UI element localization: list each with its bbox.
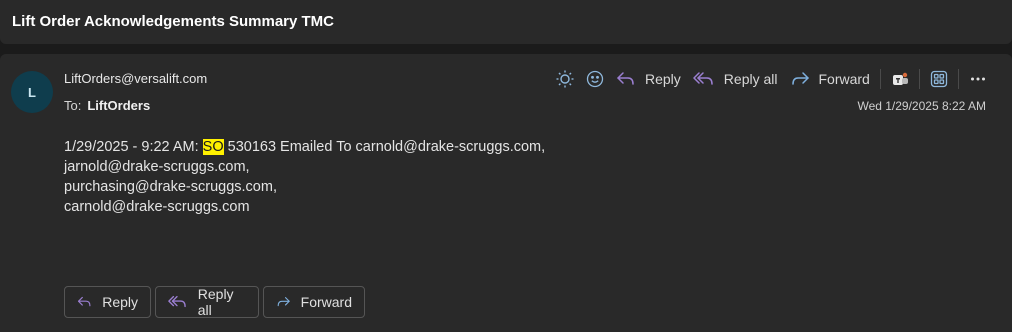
toolbar-divider — [879, 69, 881, 89]
bottom-reply-button[interactable]: Reply — [64, 286, 151, 318]
sun-icon[interactable] — [550, 66, 580, 92]
bottom-reply-all-label: Reply all — [197, 286, 234, 318]
to-line: To: LiftOrders — [64, 98, 150, 113]
toolbar-divider — [918, 69, 920, 89]
body-line-4: carnold@drake-scruggs.com — [64, 199, 250, 215]
reply-icon — [77, 296, 91, 307]
apps-grid-icon[interactable] — [924, 66, 954, 92]
smiley-icon[interactable] — [580, 66, 610, 92]
reply-all-icon — [693, 72, 713, 85]
message-toolbar: Reply Reply all Forward — [550, 66, 993, 92]
highlighted-text: SO — [202, 139, 224, 155]
subject-bar: Lift Order Acknowledgements Summary TMC — [0, 0, 1012, 44]
sender-address[interactable]: LiftOrders@versalift.com — [64, 71, 207, 86]
teams-icon[interactable] — [885, 66, 915, 92]
reply-all-icon — [168, 295, 186, 308]
forward-button[interactable]: Forward — [784, 66, 876, 92]
body-line-3: purchasing@drake-scruggs.com, — [64, 179, 277, 195]
bottom-reply-label: Reply — [102, 294, 138, 310]
bottom-forward-button[interactable]: Forward — [263, 286, 365, 318]
body-line-2: jarnold@drake-scruggs.com, — [64, 159, 250, 175]
reply-label: Reply — [645, 71, 681, 87]
reply-all-button[interactable]: Reply all — [687, 66, 784, 92]
forward-label: Forward — [818, 71, 870, 87]
reply-all-label: Reply all — [723, 71, 778, 87]
forward-icon — [791, 72, 809, 85]
body-line-1: 1/29/2025 - 9:22 AM: SO 530163 Emailed T… — [64, 137, 545, 157]
message-date: Wed 1/29/2025 8:22 AM — [857, 99, 986, 113]
bottom-reply-all-button[interactable]: Reply all — [155, 286, 259, 318]
toolbar-divider — [957, 69, 959, 89]
forward-icon — [277, 297, 290, 307]
body-timestamp: 1/29/2025 - 9:22 AM: — [64, 139, 203, 155]
email-subject: Lift Order Acknowledgements Summary TMC — [12, 13, 335, 30]
bottom-actions: Reply Reply all Forward — [64, 286, 365, 318]
body-line-1-text: 530163 Emailed To carnold@drake-scruggs.… — [223, 139, 546, 155]
recipient-name[interactable]: LiftOrders — [87, 98, 150, 113]
bottom-forward-label: Forward — [300, 294, 352, 310]
message-body: 1/29/2025 - 9:22 AM: SO 530163 Emailed T… — [64, 137, 545, 217]
reply-icon — [617, 72, 634, 85]
reply-button[interactable]: Reply — [610, 66, 687, 92]
avatar[interactable]: L — [11, 71, 53, 113]
message-card: L LiftOrders@versalift.com To: LiftOrders — [0, 54, 1012, 332]
more-icon[interactable] — [963, 66, 993, 92]
to-label: To: — [64, 98, 82, 113]
